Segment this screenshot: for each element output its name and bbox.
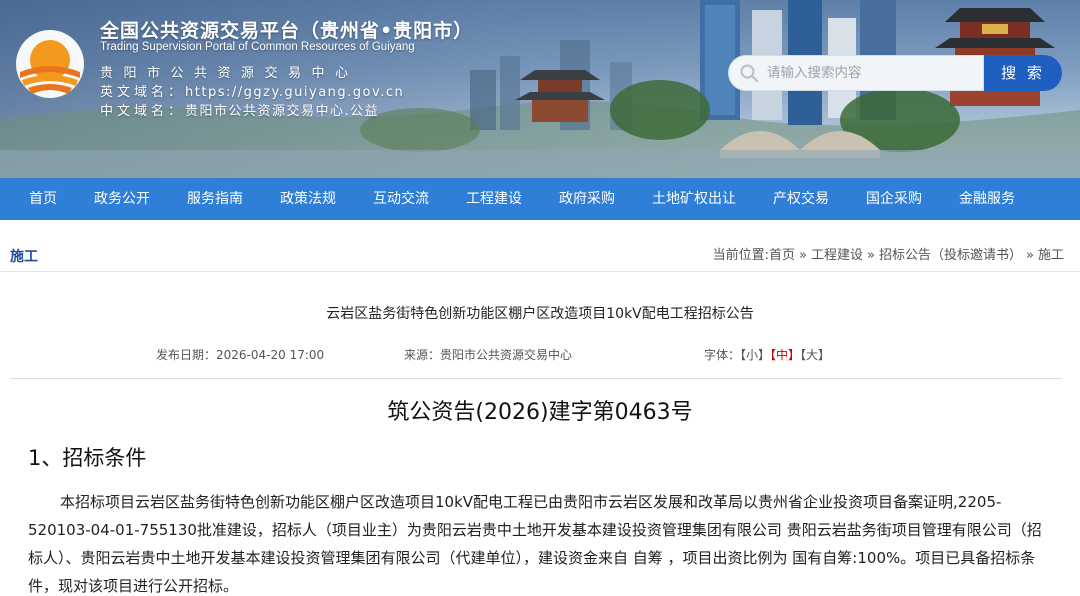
section-heading: 1、招标条件: [28, 446, 147, 470]
document-number: 筑公资告(2026)建字第0463号: [387, 400, 693, 425]
breadcrumb: 当前位置:首页» 工程建设» 招标公告（投标邀请书）» 施工: [713, 244, 1064, 263]
article-title: 云岩区盐务街特色创新功能区棚户区改造项目10kV配电工程招标公告: [326, 306, 754, 322]
domain-chinese-link[interactable]: 贵阳市公共资源交易中心.公益: [185, 104, 379, 119]
site-subtitle-english: Trading Supervision Portal of Common Res…: [100, 41, 415, 53]
domain-english-line: 英文域名：https://ggzy.guiyang.gov.cn: [100, 81, 404, 100]
search-input[interactable]: [767, 65, 967, 81]
article-source: 来源：贵阳市公共资源交易中心: [404, 346, 572, 363]
source-label: 来源：: [404, 348, 441, 362]
font-size-switcher: 字体：【小】【中】【大】: [704, 346, 830, 363]
nav-item-land-mining[interactable]: 土地矿权出让: [652, 178, 736, 220]
section-label: 施工: [10, 249, 38, 265]
search-button[interactable]: 搜 索: [984, 55, 1062, 91]
site-logo: [16, 30, 84, 98]
search-icon: [740, 64, 759, 83]
domain-chinese-label: 中文域名：: [100, 104, 186, 119]
breadcrumb-home[interactable]: 首页: [769, 248, 795, 263]
domain-chinese-line: 中文域名：贵阳市公共资源交易中心.公益: [100, 100, 379, 119]
nav-item-construction[interactable]: 工程建设: [466, 178, 522, 220]
breadcrumb-separator: »: [1026, 248, 1034, 263]
meta-divider: [10, 378, 1062, 379]
source-value: 贵阳市公共资源交易中心: [440, 348, 573, 362]
nav-item-property-rights[interactable]: 产权交易: [773, 178, 829, 220]
nav-item-financial-services[interactable]: 金融服务: [959, 178, 1015, 220]
font-size-label: 字体：: [704, 348, 741, 362]
nav-item-government-affairs[interactable]: 政务公开: [94, 178, 150, 220]
publish-date: 发布日期：2026-04-20 17:00: [156, 346, 324, 363]
domain-english-label: 英文域名：: [100, 85, 186, 100]
nav-item-government-procurement[interactable]: 政府采购: [559, 178, 615, 220]
nav-item-policies[interactable]: 政策法规: [280, 178, 336, 220]
domain-english-link[interactable]: https://ggzy.guiyang.gov.cn: [185, 85, 404, 100]
publish-date-label: 发布日期：: [156, 348, 217, 362]
breadcrumb-construction[interactable]: 工程建设: [811, 248, 863, 263]
article-paragraph: 本招标项目云岩区盐务街特色创新功能区棚户区改造项目10kV配电工程已由贵阳市云岩…: [28, 488, 1048, 596]
breadcrumb-prefix: 当前位置:: [712, 248, 770, 263]
breadcrumb-row: 施工 当前位置:首页» 工程建设» 招标公告（投标邀请书）» 施工: [0, 236, 1080, 272]
nav-item-service-guide[interactable]: 服务指南: [187, 178, 243, 220]
breadcrumb-current[interactable]: 施工: [1038, 248, 1064, 263]
nav-item-interaction[interactable]: 互动交流: [373, 178, 429, 220]
publish-date-value: 2026-04-20 17:00: [216, 348, 325, 362]
breadcrumb-separator: »: [799, 248, 808, 263]
main-nav: 首页 政务公开 服务指南 政策法规 互动交流 工程建设 政府采购 土地矿权出让 …: [0, 178, 1080, 220]
font-size-large-button[interactable]: 【大】: [800, 348, 830, 362]
header-banner: 全国公共资源交易平台（贵州省•贵阳市） Trading Supervision …: [0, 0, 1080, 178]
breadcrumb-separator: »: [867, 248, 875, 263]
center-name: 贵阳市公共资源交易中心: [100, 66, 359, 81]
font-size-medium-button[interactable]: 【中】: [770, 348, 800, 362]
nav-item-home[interactable]: 首页: [29, 178, 57, 220]
breadcrumb-tender-notice[interactable]: 招标公告（投标邀请书）: [879, 248, 1022, 263]
article-paragraph-text: 本招标项目云岩区盐务街特色创新功能区棚户区改造项目10kV配电工程已由贵阳市云岩…: [28, 493, 1042, 595]
search-box: [728, 55, 984, 91]
site-title: 全国公共资源交易平台（贵州省•贵阳市）: [100, 20, 474, 42]
nav-item-soe-procurement[interactable]: 国企采购: [866, 178, 922, 220]
font-size-small-button[interactable]: 【小】: [740, 348, 770, 362]
